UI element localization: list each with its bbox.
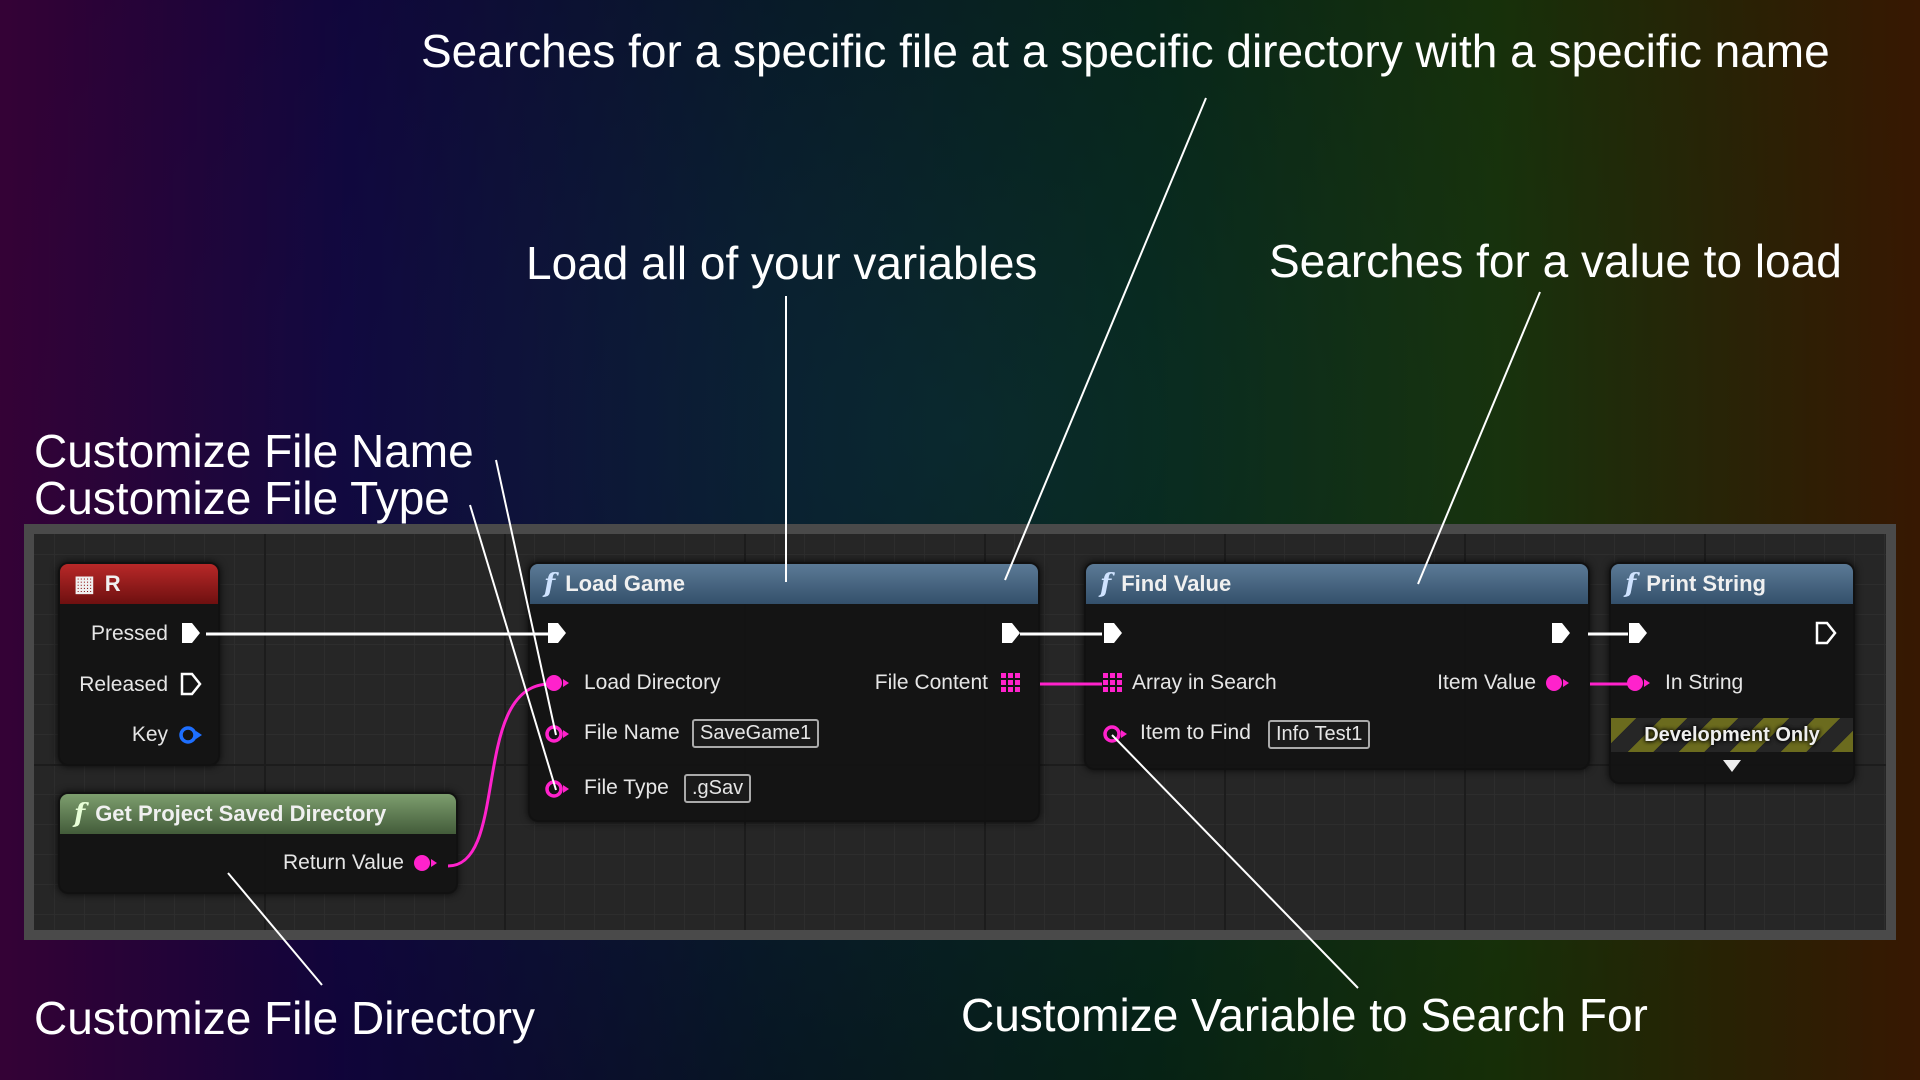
callout-search-value bbox=[1417, 291, 1541, 585]
callout-file-type bbox=[469, 504, 557, 791]
callout-search-file bbox=[1004, 97, 1207, 581]
connections-overlay bbox=[206, 97, 1628, 989]
callout-search-variable bbox=[1111, 734, 1359, 989]
callout-file-directory bbox=[227, 872, 323, 986]
callout-lines bbox=[227, 97, 1541, 989]
data-wires bbox=[447, 682, 1628, 868]
data-wire-directory-to-load bbox=[447, 682, 551, 868]
